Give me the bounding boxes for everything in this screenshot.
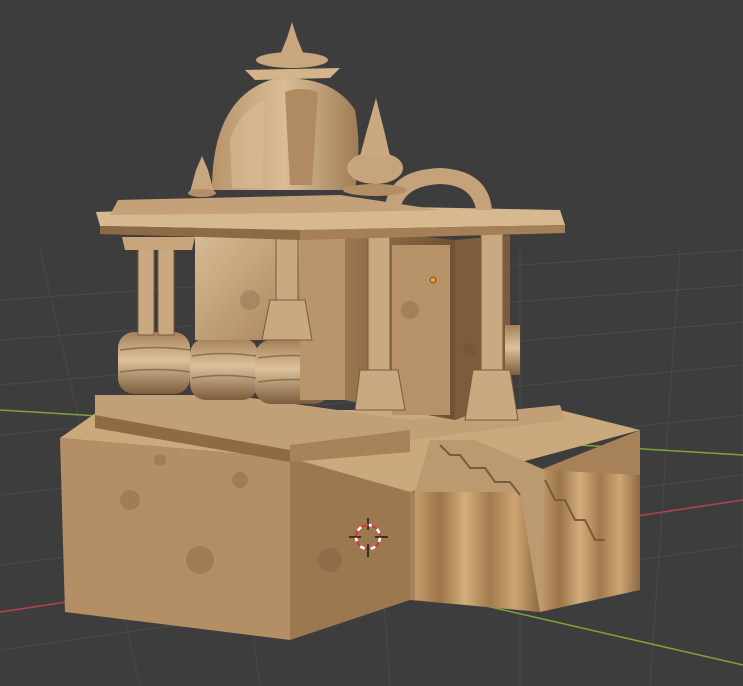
object-origin-dot[interactable] <box>429 276 437 284</box>
3d-viewport[interactable] <box>0 0 743 686</box>
rolled-moulding <box>118 332 330 404</box>
stone-temple-model[interactable] <box>60 22 640 640</box>
